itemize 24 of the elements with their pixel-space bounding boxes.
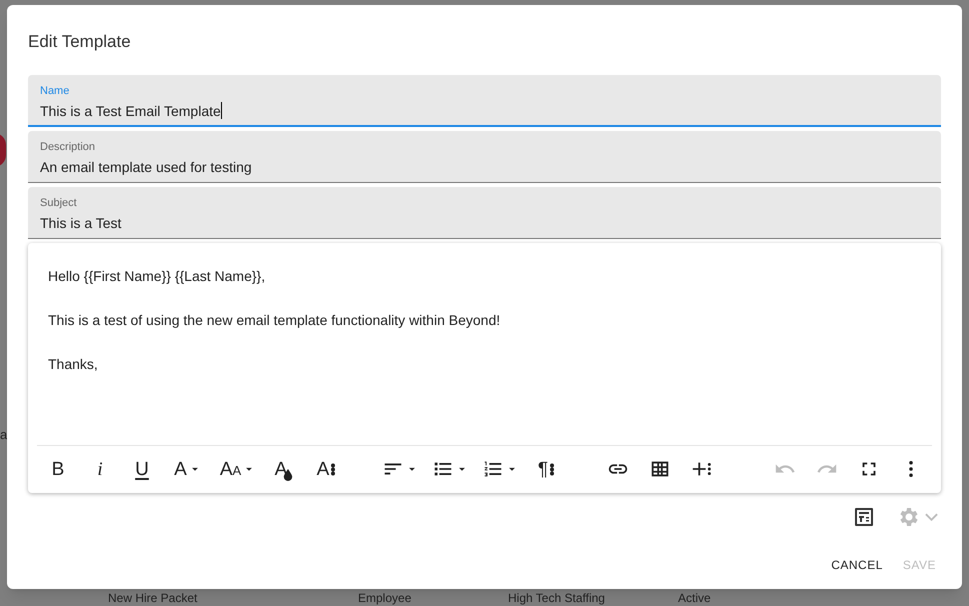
toolbar-button[interactable]: ¶ — [525, 451, 567, 487]
dots-icon — [331, 462, 336, 476]
dialog-button[interactable]: CANCEL — [823, 547, 891, 583]
chevron-down-icon — [925, 512, 938, 520]
background-table-cell: Active — [678, 591, 711, 605]
background-table-cell: New Hire Packet — [108, 591, 198, 605]
text-field[interactable]: Description An email template used for testing — [28, 130, 941, 182]
dots-icon — [550, 462, 554, 476]
editor-paragraph: This is a test of using the new email template functionality within Beyond! — [48, 310, 502, 330]
editor-paragraph: Hello {{First Name}} {{Last Name}}, — [48, 266, 266, 286]
editor-paragraph: Thanks, — [48, 354, 99, 374]
background-table-cell: Employee — [358, 591, 412, 605]
toolbar-button[interactable]: A — [163, 451, 213, 487]
text-field[interactable]: Name This is a Test Email Template — [28, 74, 941, 126]
text-field[interactable]: Subject This is a Test — [28, 186, 941, 238]
toolbar-button[interactable]: AA — [213, 451, 263, 487]
toolbar-button[interactable]: B — [37, 451, 79, 487]
toolbar-button[interactable]: A — [305, 451, 347, 487]
background-table-cell: High Tech Staffing — [508, 591, 605, 605]
toolbar-button[interactable]: i — [79, 451, 121, 487]
more-icon — [909, 461, 913, 477]
dialog-title: Edit Template — [28, 31, 132, 53]
background-text: a — [0, 426, 8, 444]
toolbar-button[interactable]: U — [121, 451, 163, 487]
